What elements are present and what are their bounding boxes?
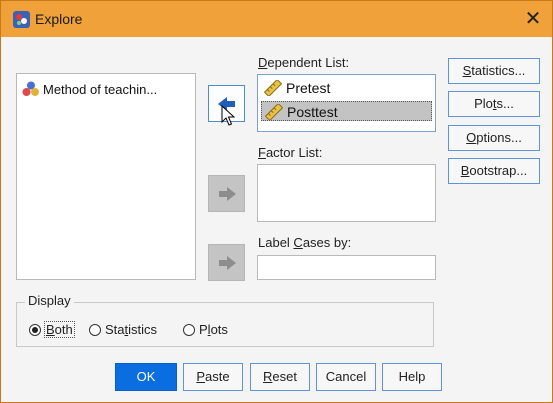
bootstrap-button[interactable]: Bootstrap... — [448, 158, 540, 184]
spss-app-icon — [13, 11, 30, 28]
list-item[interactable]: Pretest — [261, 78, 432, 98]
radio-unchecked-icon — [183, 324, 195, 336]
display-legend: Display — [25, 293, 74, 308]
list-item-label: Posttest — [287, 104, 338, 120]
list-item[interactable]: Method of teachin... — [22, 81, 157, 97]
options-button[interactable]: Options... — [448, 125, 540, 151]
factor-list-label: Factor List: — [258, 145, 323, 160]
move-to-factor-button[interactable] — [208, 175, 245, 212]
source-variable-list[interactable]: Method of teachin... — [16, 73, 196, 280]
move-to-label-cases-button[interactable] — [208, 244, 245, 281]
radio-label: Statistics — [105, 322, 158, 337]
reset-button[interactable]: Reset — [250, 363, 310, 391]
dependent-list-label: Dependent List: — [258, 55, 350, 70]
statistics-button[interactable]: Statistics... — [448, 58, 540, 84]
radio-checked-icon — [29, 324, 41, 336]
help-button[interactable]: Help — [382, 363, 442, 391]
mouse-cursor-icon — [221, 105, 235, 126]
close-button[interactable]: ✕ — [519, 7, 547, 31]
list-item-label: Pretest — [286, 80, 331, 96]
radio-statistics[interactable]: Statistics — [89, 322, 157, 337]
plots-button[interactable]: Plots... — [448, 91, 540, 117]
arrow-right-icon — [219, 187, 236, 201]
ok-button[interactable]: OK — [115, 363, 177, 391]
label-cases-field[interactable] — [257, 255, 436, 280]
explore-dialog: Explore ✕ Method of teachin... Dependent… — [0, 0, 553, 403]
factor-list[interactable] — [257, 164, 436, 222]
list-item-label: Method of teachin... — [43, 82, 158, 97]
radio-unchecked-icon — [89, 324, 101, 336]
cancel-button[interactable]: Cancel — [316, 363, 376, 391]
list-item-selected[interactable]: Posttest — [261, 101, 432, 122]
radio-label: Plots — [199, 322, 228, 337]
radio-both[interactable]: Both — [29, 321, 75, 338]
window-title: Explore — [35, 11, 83, 27]
dependent-list[interactable]: Pretest Posttest — [257, 74, 436, 132]
paste-button[interactable]: Paste — [183, 363, 243, 391]
title-bar: Explore ✕ — [1, 1, 552, 37]
label-cases-label: Label Cases by: — [258, 235, 352, 250]
arrow-right-icon — [219, 256, 236, 270]
close-icon: ✕ — [524, 8, 542, 30]
nominal-variable-icon — [22, 81, 39, 96]
radio-plots[interactable]: Plots — [183, 322, 228, 337]
ruler-scale-icon — [263, 78, 283, 98]
radio-label: Both — [44, 321, 75, 338]
ruler-scale-icon — [264, 102, 284, 122]
